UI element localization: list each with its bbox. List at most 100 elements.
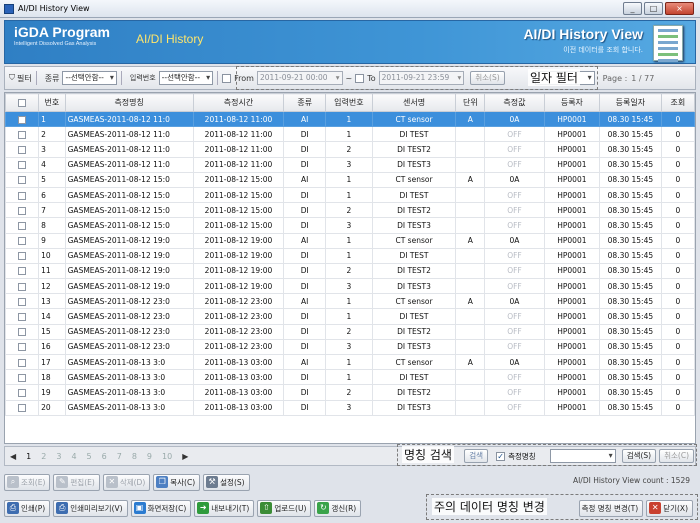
column-header[interactable]: 입력번호: [325, 93, 373, 112]
table-row[interactable]: 16 GASMEAS-2011-08-12 23:0 2011-08-12 23:0…: [5, 338, 695, 356]
table-cell: 10: [38, 247, 66, 264]
name-search-checkbox[interactable]: [496, 451, 506, 461]
page-link[interactable]: 1: [26, 452, 31, 461]
page-link[interactable]: 3: [56, 452, 61, 461]
table-cell: OFF: [484, 384, 545, 401]
column-header[interactable]: 번호: [38, 93, 66, 112]
column-header[interactable]: 단위: [455, 93, 486, 112]
table-row[interactable]: 11 GASMEAS-2011-08-12 19:0 2011-08-12 19:0…: [5, 262, 695, 280]
table-row[interactable]: 19 GASMEAS-2011-08-13 3:0 2011-08-13 03:00…: [5, 384, 695, 401]
from-datetime-picker[interactable]: 2011-09-21 00:00: [256, 71, 343, 85]
table-row[interactable]: 8 GASMEAS-2011-08-12 15:0 2011-08-12 15:00…: [5, 217, 695, 234]
row-checkbox[interactable]: [5, 384, 40, 401]
row-checkbox[interactable]: [5, 126, 40, 143]
table-cell: 0: [660, 399, 695, 416]
page-link[interactable]: 10: [162, 452, 172, 461]
row-checkbox[interactable]: [5, 399, 40, 416]
table-row[interactable]: 1 GASMEAS-2011-08-12 11:0 2011-08-12 11:00…: [5, 110, 695, 128]
close-window-button[interactable]: ×: [665, 2, 694, 15]
print-button[interactable]: ⎙ 인쇄(P): [4, 499, 51, 517]
table-cell: 0A: [484, 171, 545, 188]
page-link[interactable]: 5: [87, 452, 92, 461]
minimize-button[interactable]: _: [623, 2, 642, 15]
close-button[interactable]: ✕ 닫기(X): [646, 499, 693, 517]
row-checkbox[interactable]: [5, 323, 40, 340]
row-checkbox[interactable]: [5, 338, 40, 356]
upload-button[interactable]: ⇧ 업로드(U): [257, 499, 312, 517]
row-checkbox[interactable]: [5, 171, 40, 188]
refresh-button[interactable]: ↻ 갱신(R): [314, 499, 362, 517]
name-search-select[interactable]: [549, 449, 616, 463]
column-header[interactable]: 측정값: [484, 93, 545, 112]
table-cell: 0A: [484, 353, 545, 371]
table-cell: DI TEST: [371, 247, 457, 264]
copy-button[interactable]: ❐ 복사(C): [153, 473, 201, 491]
table-row[interactable]: 9 GASMEAS-2011-08-12 19:0 2011-08-12 19:00…: [5, 232, 695, 249]
column-header[interactable]: 측정시간: [192, 93, 285, 112]
page-link[interactable]: 2: [41, 452, 46, 461]
prev-page-button[interactable]: ◀: [10, 452, 16, 461]
rename-measurement-button[interactable]: 측정 명칭 변경(T): [578, 499, 644, 517]
page-link[interactable]: 7: [117, 452, 122, 461]
row-checkbox[interactable]: [5, 217, 40, 234]
table-row[interactable]: 18 GASMEAS-2011-08-13 3:0 2011-08-13 03:00…: [5, 369, 695, 386]
edit-button[interactable]: ✎ 편집(E): [53, 473, 100, 491]
screen-save-button[interactable]: ▣ 화면저장(C): [130, 499, 192, 517]
from-checkbox[interactable]: [222, 73, 232, 83]
row-checkbox[interactable]: [5, 247, 40, 264]
page-link[interactable]: 4: [71, 452, 76, 461]
row-checkbox[interactable]: [5, 369, 40, 386]
table-row[interactable]: 7 GASMEAS-2011-08-12 15:0 2011-08-12 15:00…: [5, 202, 695, 219]
to-checkbox[interactable]: [355, 73, 365, 83]
table-row[interactable]: 12 GASMEAS-2011-08-12 19:0 2011-08-12 19:0…: [5, 278, 695, 295]
row-checkbox[interactable]: [5, 293, 40, 310]
range-separator: ~: [345, 73, 353, 83]
row-checkbox[interactable]: [5, 186, 40, 204]
delete-button[interactable]: ✕ 삭제(D): [102, 473, 151, 491]
select-all-checkbox[interactable]: [5, 93, 40, 112]
page-link[interactable]: 8: [132, 452, 137, 461]
row-checkbox[interactable]: [5, 278, 40, 295]
table-row[interactable]: 10 GASMEAS-2011-08-12 19:0 2011-08-12 19:0…: [5, 247, 695, 264]
row-checkbox[interactable]: [5, 353, 40, 371]
column-header[interactable]: 등록일자: [598, 93, 662, 112]
page-link[interactable]: 6: [102, 452, 107, 461]
table-row[interactable]: 4 GASMEAS-2011-08-12 11:0 2011-08-12 11:00…: [5, 156, 695, 173]
print-preview-button[interactable]: ⎙ 인쇄미리보기(V): [53, 499, 128, 517]
hidden-search-button[interactable]: 검색: [464, 449, 489, 463]
column-header[interactable]: 등록자: [543, 93, 600, 112]
row-checkbox[interactable]: [5, 262, 40, 280]
settings-button[interactable]: ⚒ 설정(S): [203, 473, 250, 491]
table-row[interactable]: 2 GASMEAS-2011-08-12 11:0 2011-08-12 11:00…: [5, 126, 695, 143]
filter-cancel-button[interactable]: 취소(S): [470, 71, 505, 85]
column-header[interactable]: 종류: [283, 93, 327, 112]
table-row[interactable]: 5 GASMEAS-2011-08-12 15:0 2011-08-12 15:00…: [5, 171, 695, 188]
row-checkbox[interactable]: [5, 308, 40, 325]
search-cancel-button[interactable]: 취소(C): [659, 449, 694, 463]
view-button[interactable]: ⌕ 조회(E): [4, 473, 51, 491]
page-link[interactable]: 9: [147, 452, 152, 461]
to-datetime-picker[interactable]: 2011-09-21 23:59: [378, 71, 465, 85]
table-row[interactable]: 6 GASMEAS-2011-08-12 15:0 2011-08-12 15:00…: [5, 186, 695, 204]
export-button[interactable]: ➜ 내보내기(T): [194, 499, 255, 517]
row-checkbox[interactable]: [5, 156, 40, 173]
next-page-button[interactable]: ▶: [182, 452, 188, 461]
table-row[interactable]: 14 GASMEAS-2011-08-12 23:0 2011-08-12 23:0…: [5, 308, 695, 325]
table-cell: 15: [38, 323, 66, 340]
table-row[interactable]: 15 GASMEAS-2011-08-12 23:0 2011-08-12 23:0…: [5, 323, 695, 340]
type-select[interactable]: --선택안함--: [62, 71, 117, 85]
input-number-select[interactable]: --선택안함--: [158, 71, 214, 85]
table-row[interactable]: 13 GASMEAS-2011-08-12 23:0 2011-08-12 23:0…: [5, 293, 695, 310]
row-checkbox[interactable]: [5, 232, 40, 249]
column-header[interactable]: 측정명칭: [64, 93, 194, 112]
table-row[interactable]: 3 GASMEAS-2011-08-12 11:0 2011-08-12 11:00…: [5, 141, 695, 158]
table-row[interactable]: 17 GASMEAS-2011-08-13 3:0 2011-08-13 03:00…: [5, 353, 695, 371]
row-checkbox[interactable]: [5, 141, 40, 158]
row-checkbox[interactable]: [5, 202, 40, 219]
column-header[interactable]: 조회: [660, 93, 695, 112]
row-checkbox[interactable]: [5, 110, 40, 128]
column-header[interactable]: 센서명: [371, 93, 457, 112]
maximize-button[interactable]: □: [644, 2, 663, 15]
search-button[interactable]: 검색(S): [621, 449, 657, 463]
table-row[interactable]: 20 GASMEAS-2011-08-13 3:0 2011-08-13 03:00…: [5, 399, 695, 416]
